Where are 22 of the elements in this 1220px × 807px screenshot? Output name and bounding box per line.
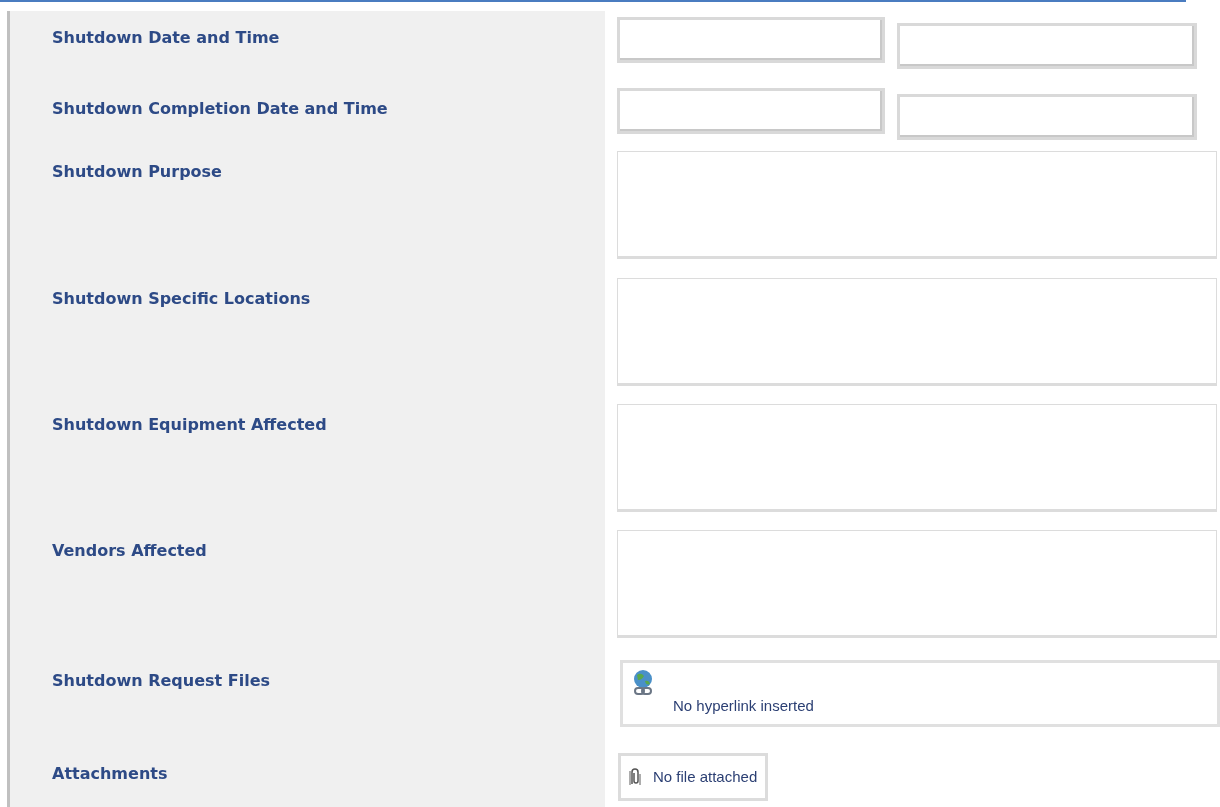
globe-link-icon bbox=[631, 669, 655, 697]
field-label: Shutdown Equipment Affected bbox=[52, 415, 327, 434]
field-label: Shutdown Purpose bbox=[52, 162, 222, 181]
time-field[interactable] bbox=[897, 94, 1197, 140]
date-field[interactable] bbox=[617, 17, 885, 63]
field-label: Shutdown Completion Date and Time bbox=[52, 99, 388, 118]
time-field[interactable] bbox=[897, 23, 1197, 69]
paperclip-icon bbox=[629, 768, 641, 786]
text-area[interactable] bbox=[617, 530, 1217, 638]
field-label: Shutdown Specific Locations bbox=[52, 289, 311, 308]
field-label: Vendors Affected bbox=[52, 541, 207, 560]
text-area[interactable] bbox=[617, 151, 1217, 259]
attachment-status: No file attached bbox=[653, 766, 758, 787]
hyperlink-status: No hyperlink inserted bbox=[673, 696, 814, 716]
field-label: Attachments bbox=[52, 764, 168, 783]
field-label: Shutdown Date and Time bbox=[52, 28, 280, 47]
hyperlink-field[interactable]: No hyperlink inserted bbox=[620, 660, 1220, 727]
text-area[interactable] bbox=[617, 404, 1217, 512]
text-area[interactable] bbox=[617, 278, 1217, 386]
field-label: Shutdown Request Files bbox=[52, 671, 271, 690]
attachment-field[interactable]: No file attached bbox=[618, 753, 769, 801]
date-field[interactable] bbox=[617, 88, 885, 134]
